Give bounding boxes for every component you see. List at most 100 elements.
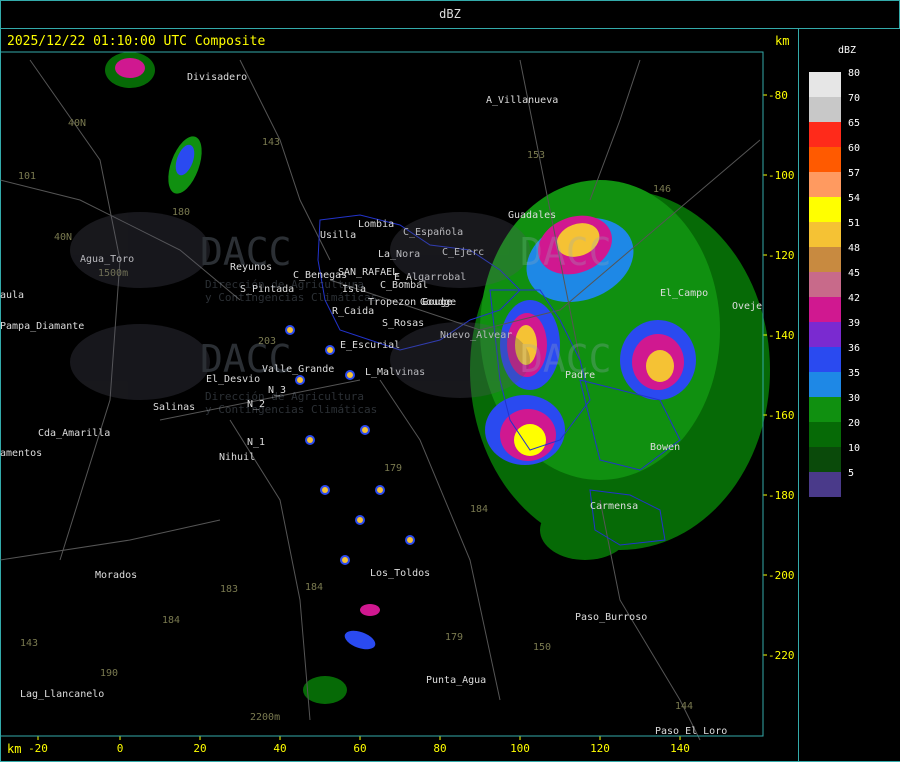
road: [589, 59, 641, 201]
colorbar-level-label: 48: [848, 243, 861, 254]
y-axis-unit: km: [775, 34, 790, 48]
colorbar: [809, 72, 841, 497]
colorbar-level-label: 35: [848, 368, 861, 379]
watermark-logo: [70, 212, 210, 288]
echo-cell: [514, 424, 546, 456]
elevation-label: 2200m: [250, 712, 280, 723]
echo-cell: [115, 58, 145, 78]
route-number: 143: [20, 638, 38, 649]
watermark-brand: DACC: [200, 337, 292, 381]
x-tick-label: 0: [117, 742, 124, 755]
place-label: Goudge: [420, 297, 456, 308]
echo-cell: [377, 487, 383, 493]
route-number: 144: [675, 701, 693, 712]
colorbar-title: dBZ: [838, 45, 857, 56]
echo-cell: [646, 350, 674, 382]
place-label: Bowen: [650, 442, 680, 453]
x-tick-label: 120: [590, 742, 610, 755]
x-tick-label: 20: [193, 742, 206, 755]
route-number: 183: [220, 584, 238, 595]
colorbar-level-label: 42: [848, 293, 861, 304]
route-number: 179: [445, 632, 463, 643]
colorbar-swatch: [809, 72, 841, 97]
timestamp-label: 2025/12/22 01:10:00 UTC Composite: [7, 34, 266, 49]
colorbar-swatch: [809, 322, 841, 347]
road: [0, 519, 221, 561]
colorbar-swatch: [809, 222, 841, 247]
colorbar-swatch: [809, 472, 841, 497]
watermark-line1: Dirección de Agricultura: [205, 278, 364, 291]
echo-cell: [322, 487, 328, 493]
echo-cell: [347, 372, 353, 378]
colorbar-swatch: [809, 172, 841, 197]
place-label: A_Villanueva: [486, 95, 558, 106]
route-number: 153: [527, 150, 545, 161]
route-number: 143: [262, 137, 280, 148]
y-tick-label: -100: [768, 169, 795, 182]
route-number: 150: [533, 642, 551, 653]
route-number: 179: [384, 463, 402, 474]
x-axis-ticks: -20 0 20 40 60 80 100 120 140: [28, 736, 690, 755]
watermark-line2: y Contingencias Climáticas: [205, 403, 377, 416]
y-tick-label: -160: [768, 409, 795, 422]
place-label: Nihuil: [219, 452, 255, 463]
echo-cell: [360, 604, 380, 616]
road: [229, 419, 311, 721]
place-label: C_Bombal: [380, 280, 428, 291]
colorbar-swatch: [809, 297, 841, 322]
y-tick-label: -180: [768, 489, 795, 502]
place-label: Oveje: [732, 301, 762, 312]
road: [29, 59, 121, 561]
colorbar-swatch: [809, 397, 841, 422]
route-number: 40N: [54, 232, 72, 243]
colorbar-swatch: [809, 422, 841, 447]
place-label: Cda_Amarilla: [38, 428, 110, 439]
watermark-brand: DACC: [520, 230, 612, 274]
colorbar-swatch: [809, 147, 841, 172]
colorbar-level-label: 51: [848, 218, 861, 229]
echo-cell: [342, 557, 348, 563]
route-number: 184: [470, 504, 488, 515]
place-label: Lombia: [358, 219, 394, 230]
y-tick-label: -120: [768, 249, 795, 262]
x-tick-label: 80: [433, 742, 446, 755]
echo-cell: [344, 630, 376, 650]
place-label: Paso_El_Loro: [655, 726, 727, 737]
colorbar-level-label: 80: [848, 68, 861, 79]
route-number: 184: [305, 582, 323, 593]
colorbar-swatch: [809, 97, 841, 122]
colorbar-swatch: [809, 197, 841, 222]
watermark-brand: DACC: [200, 230, 292, 274]
echo-cell: [303, 676, 347, 704]
place-label: Guadales: [508, 210, 556, 221]
colorbar-level-label: 30: [848, 393, 861, 404]
colorbar-swatch: [809, 372, 841, 397]
colorbar-swatch: [809, 247, 841, 272]
watermark-logo: [390, 212, 530, 288]
y-tick-label: -140: [768, 329, 795, 342]
radar-map[interactable]: DivisaderoA_VillanuevaUsillaLombiaC_Espa…: [0, 0, 797, 761]
route-number: 101: [18, 171, 36, 182]
x-tick-label: 100: [510, 742, 530, 755]
x-tick-label: 40: [273, 742, 286, 755]
place-label: Usilla: [320, 230, 356, 241]
place-label: Carmensa: [590, 501, 638, 512]
colorbar-level-label: 39: [848, 318, 861, 329]
place-label: Morados: [95, 570, 137, 581]
x-axis-unit: km: [7, 742, 22, 756]
place-label: Paso_Burroso: [575, 612, 647, 623]
colorbar-level-label: 20: [848, 418, 861, 429]
echo-cell: [287, 327, 293, 333]
place-label: N_1: [247, 437, 265, 448]
place-label: SAN_RAFAEL: [338, 267, 398, 278]
echo-cell: [357, 517, 363, 523]
colorbar-swatch: [809, 272, 841, 297]
y-tick-label: -220: [768, 649, 795, 662]
colorbar-level-label: 54: [848, 193, 861, 204]
watermark-logo: [70, 324, 210, 400]
place-label: Lag_Llancanelo: [20, 689, 104, 700]
x-tick-label: -20: [28, 742, 48, 755]
route-number: 146: [653, 184, 671, 195]
place-label: amentos: [0, 448, 42, 459]
echo-cell: [297, 377, 303, 383]
